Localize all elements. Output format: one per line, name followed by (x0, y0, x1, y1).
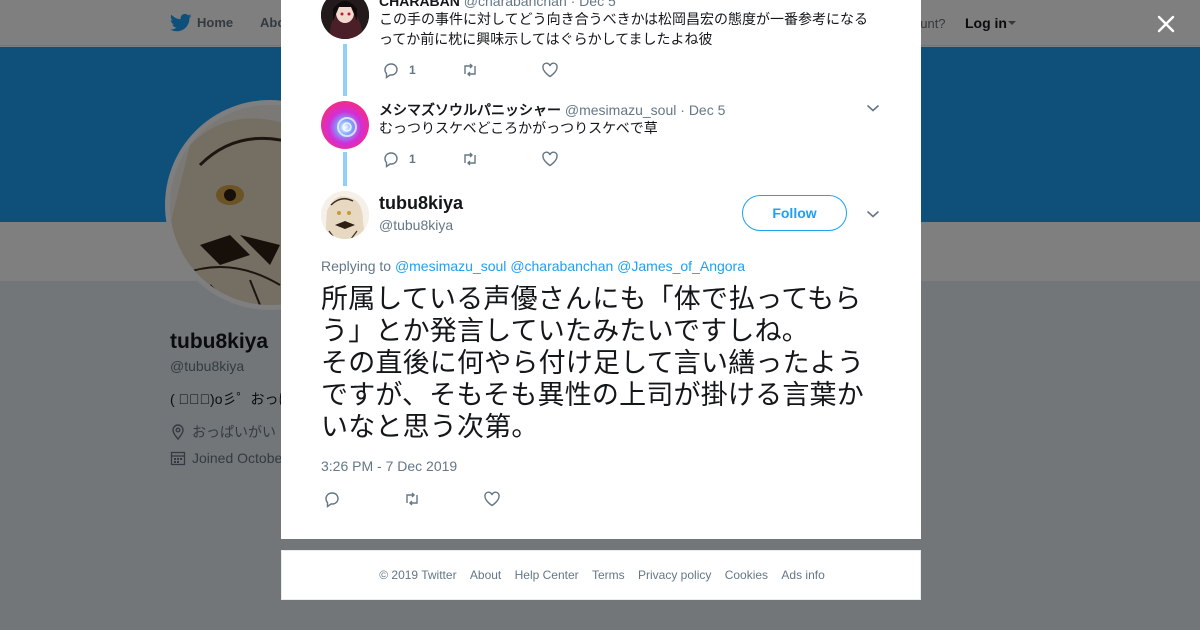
footer-link-help-center[interactable]: Help Center (515, 568, 579, 582)
footer-links: © 2019 Twitter About Help Center Terms P… (282, 568, 922, 582)
reply-count: 1 (409, 152, 416, 166)
reply-text: この手の事件に対してどう向き合うべきかは松岡昌宏の態度が一番参考になる ってか前… (379, 9, 889, 49)
tweet-text-line: う」とか発言していたみたいですしね。 (321, 316, 809, 347)
replying-to-mention[interactable]: @charabanchan (510, 258, 613, 274)
footer-link-privacy[interactable]: Privacy policy (638, 568, 711, 582)
avatar-illustration (321, 0, 369, 39)
chevron-down-icon[interactable] (866, 103, 880, 113)
reply-icon[interactable] (323, 490, 341, 508)
tweet-text-line: いなと思う次第。 (321, 412, 539, 443)
modal-footer: © 2019 Twitter About Help Center Terms P… (281, 550, 921, 600)
reply-date[interactable]: · Dec 5 (571, 0, 616, 9)
replying-to-mention[interactable]: @mesimazu_soul (395, 258, 506, 274)
footer-link-cookies[interactable]: Cookies (725, 568, 768, 582)
reply-avatar[interactable] (321, 0, 369, 39)
reply-count: 1 (409, 63, 416, 77)
retweet-icon[interactable] (461, 61, 479, 79)
replying-to: Replying to @mesimazu_soul @charabanchan… (321, 258, 745, 274)
footer-copyright: © 2019 Twitter (379, 568, 457, 582)
thread-connector (343, 44, 347, 96)
reply-author-handle[interactable]: @charabanchan (464, 0, 567, 9)
like-icon[interactable] (541, 61, 559, 79)
tweet-timestamp[interactable]: 3:26 PM - 7 Dec 2019 (321, 458, 457, 474)
reply-header: メシマズソウルパニッシャー @mesimazu_soul · Dec 5 (379, 100, 725, 120)
tweet-text-line: その直後に何やら付け足して言い繕ったよう (321, 348, 865, 379)
reply-icon[interactable] (382, 150, 400, 168)
tweet-text-line: 所属している声優さんにも「体で払ってもら (321, 284, 862, 315)
tweet-text-line: ですが、そもそも異性の上司が掛ける言葉か (321, 380, 864, 411)
reply-date[interactable]: · Dec 5 (680, 102, 725, 118)
tweet-permalink-modal: CHARABAN @charabanchan · Dec 5 この手の事件に対し… (281, 0, 921, 539)
like-icon[interactable] (541, 150, 559, 168)
close-icon[interactable] (1152, 10, 1180, 38)
avatar-illustration (321, 101, 369, 149)
footer-link-terms[interactable]: Terms (592, 568, 625, 582)
reply-author-name[interactable]: メシマズソウルパニッシャー (379, 102, 561, 118)
tweet-author-name[interactable]: tubu8kiya (379, 193, 463, 214)
avatar-illustration (321, 191, 369, 239)
reply-text: むっつりスケベどころかがっつりスケベで草 (379, 120, 658, 136)
tweet-text: 所属している声優さんにも「体で払ってもら う」とか発言していたみたいですしね。 … (321, 284, 891, 444)
reply-icon[interactable] (382, 61, 400, 79)
footer-link-ads-info[interactable]: Ads info (781, 568, 824, 582)
like-icon[interactable] (483, 490, 501, 508)
reply-author-name[interactable]: CHARABAN (379, 0, 460, 9)
replying-to-label: Replying to (321, 258, 392, 274)
follow-button[interactable]: Follow (742, 195, 847, 231)
thread-connector (343, 152, 347, 186)
reply-avatar[interactable] (321, 101, 369, 149)
replying-to-mention[interactable]: @James_of_Angora (617, 258, 745, 274)
tweet-author-handle[interactable]: @tubu8kiya (379, 217, 453, 233)
retweet-icon[interactable] (461, 150, 479, 168)
reply-text-line: ってか前に枕に興味示してはぐらかしてましたよね彼 (379, 31, 713, 47)
tweet-author-avatar[interactable] (321, 191, 369, 239)
retweet-icon[interactable] (403, 490, 421, 508)
footer-link-about[interactable]: About (470, 568, 501, 582)
reply-author-handle[interactable]: @mesimazu_soul (565, 102, 676, 118)
reply-header: CHARABAN @charabanchan · Dec 5 (379, 0, 616, 9)
chevron-down-icon[interactable] (866, 209, 880, 219)
reply-text-line: この手の事件に対してどう向き合うべきかは松岡昌宏の態度が一番参考になる (379, 11, 869, 27)
